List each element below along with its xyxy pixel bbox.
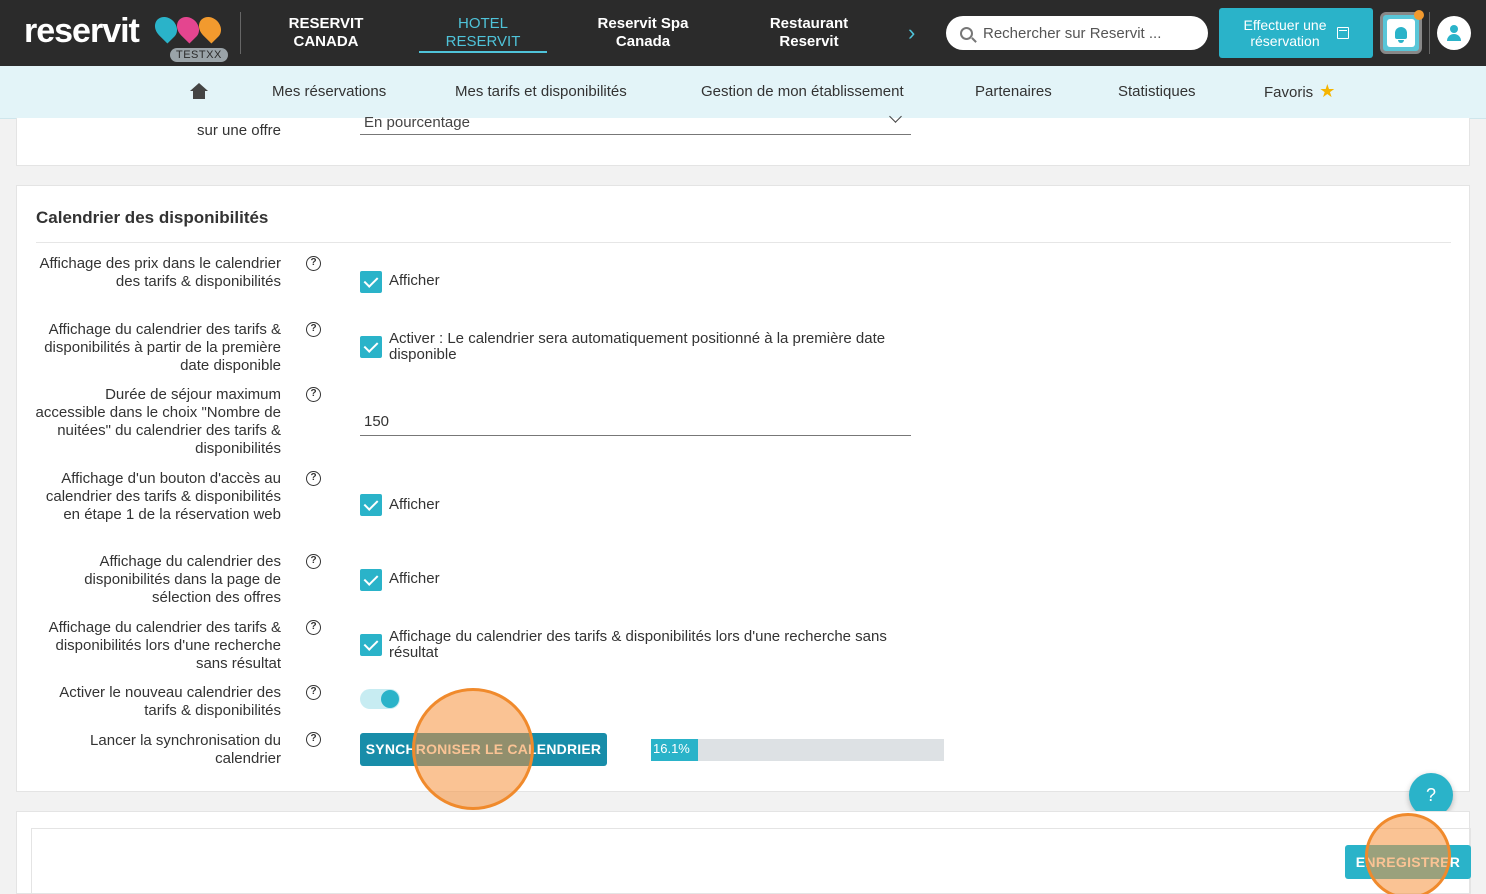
toggle-knob (381, 690, 399, 708)
checkbox-prices-display[interactable] (360, 271, 382, 293)
tab-reservit-canada[interactable]: RESERVIT CANADA (268, 0, 384, 66)
search-input[interactable] (983, 24, 1183, 42)
max-stay-input[interactable]: 150 (360, 413, 911, 436)
checkbox-access-button[interactable] (360, 494, 382, 516)
user-icon (1447, 25, 1461, 41)
tab-label-line2: Canada (615, 33, 671, 50)
logo-text: reservit (24, 12, 140, 50)
availability-calendar-card: Calendrier des disponibilités Affichage … (16, 185, 1470, 792)
checkbox-offers-page-calendar[interactable] (360, 569, 382, 591)
tab-reservit-spa-canada[interactable]: Reservit Spa Canada (582, 0, 704, 66)
tab-label-line1: RESERVIT (288, 15, 364, 32)
tab-label-line2: RESERVIT (445, 33, 521, 50)
field-label: Affichage du calendrier des disponibilit… (84, 553, 281, 606)
field-label: Activer le nouveau calendrier des tarifs… (59, 684, 281, 719)
section-title: Calendrier des disponibilités (36, 208, 269, 227)
help-icon[interactable]: ? (306, 685, 321, 700)
section-divider (36, 242, 1451, 243)
user-menu-button[interactable] (1437, 16, 1471, 50)
nav-mes-tarifs[interactable]: Mes tarifs et disponibilités (455, 83, 627, 100)
tab-restaurant-reservit[interactable]: Restaurant Reservit (748, 0, 870, 66)
bell-icon-wrap (1387, 19, 1415, 47)
tab-label-line2: Reservit (779, 33, 839, 50)
top-bar: reservit TESTXX RESERVIT CANADA HOTEL RESE… (0, 0, 1486, 66)
tab-label-line1: HOTEL (457, 15, 508, 32)
calendar-icon (1336, 27, 1349, 39)
checkbox-no-result-calendar[interactable] (360, 634, 382, 656)
divider (1429, 12, 1430, 54)
progress-text: 16.1% (653, 741, 690, 756)
checkbox-label: Afficher (389, 272, 440, 289)
help-icon[interactable]: ? (306, 387, 321, 402)
field-label: Affichage du calendrier des tarifs & dis… (44, 321, 281, 374)
nav-mes-reservations[interactable]: Mes réservations (272, 83, 386, 100)
save-card: ENREGISTRER (16, 811, 1471, 894)
search-icon (960, 26, 973, 40)
help-icon[interactable]: ? (306, 554, 321, 569)
help-icon[interactable]: ? (306, 732, 321, 747)
field-label: Durée de séjour maximum accessible dans … (35, 386, 281, 457)
book-reservation-button[interactable]: Effectuer une réservation (1219, 8, 1373, 58)
divider (240, 12, 241, 54)
new-calendar-toggle[interactable] (360, 689, 400, 709)
spa-pin-icon (194, 12, 226, 44)
checkbox-label: Activer : Le calendrier sera automatique… (389, 330, 886, 363)
footer-box (31, 828, 1471, 894)
nav-partenaires[interactable]: Partenaires (975, 83, 1052, 100)
chevron-right-icon[interactable]: › (908, 20, 915, 46)
tab-label-line2: CANADA (293, 33, 359, 50)
field-label: Affichage du calendrier des tarifs & dis… (48, 619, 281, 672)
tab-label-line1: Reservit Spa (597, 15, 689, 32)
select-underline (360, 134, 911, 135)
help-icon[interactable]: ? (306, 256, 321, 271)
tab-label-line1: Restaurant (769, 15, 849, 32)
reservit-logo[interactable]: reservit (24, 12, 226, 52)
tab-hotel-reservit[interactable]: HOTEL RESERVIT (419, 0, 547, 66)
checkbox-label: Affichage du calendrier des tarifs & dis… (389, 628, 887, 661)
settings-card-partial: sur une offre En pourcentage (16, 110, 1470, 166)
env-badge: TESTXX (170, 48, 228, 62)
field-label: Affichage des prix dans le calendrier de… (39, 255, 281, 290)
main-nav: Mes réservations Mes tarifs et disponibi… (0, 66, 1486, 119)
save-button[interactable]: ENREGISTRER (1345, 845, 1471, 879)
nav-favoris-label: Favoris (1264, 84, 1314, 101)
notification-dot (1414, 10, 1424, 20)
checkbox-first-available-date[interactable] (360, 336, 382, 358)
nav-favoris[interactable]: Favoris ★ (1264, 81, 1335, 102)
help-icon[interactable]: ? (306, 322, 321, 337)
sync-calendar-button[interactable]: SYNCHRONISER LE CALENDRIER (360, 733, 607, 766)
logo-pins (150, 12, 226, 44)
field-label: Affichage d'un bouton d'accès au calendr… (45, 470, 281, 523)
select-value[interactable]: En pourcentage (364, 114, 470, 131)
nav-gestion-etablissement[interactable]: Gestion de mon établissement (701, 83, 904, 100)
search-box[interactable] (946, 16, 1208, 50)
bell-icon (1395, 27, 1407, 43)
checkbox-label: Afficher (389, 570, 440, 587)
notifications-button[interactable] (1380, 10, 1424, 54)
nav-statistiques[interactable]: Statistiques (1118, 83, 1196, 100)
sync-progress-bar: 16.1% (651, 739, 944, 761)
home-icon[interactable] (190, 83, 208, 99)
book-label-line1: Effectuer une (1243, 17, 1327, 33)
star-icon: ★ (1319, 81, 1336, 101)
checkbox-label: Afficher (389, 496, 440, 513)
help-icon[interactable]: ? (306, 620, 321, 635)
book-label-line2: réservation (1250, 33, 1320, 49)
field-label: sur une offre (197, 122, 281, 139)
help-icon[interactable]: ? (306, 471, 321, 486)
field-label: Lancer la synchronisation du calendrier (90, 732, 281, 767)
